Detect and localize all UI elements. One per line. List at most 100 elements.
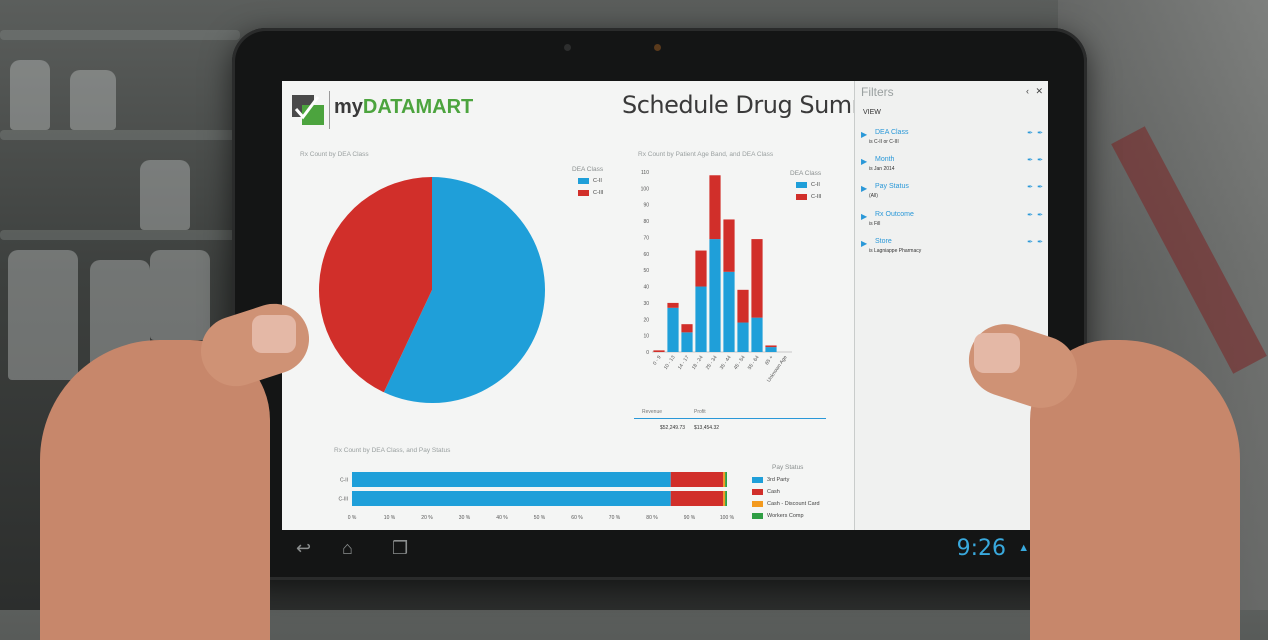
filters-view-label: VIEW [863,109,881,116]
x-tick-label: 0 % [348,515,357,521]
expand-caret-icon[interactable]: ▶ [861,130,867,139]
pay-status-chart[interactable]: C-II C-III 0 % 10 % 20 % 30 % 40 % 50 % 60 % 70 %… [334,466,754,526]
age-bar-c-iii[interactable] [723,219,735,272]
clear-filter-icon[interactable]: ✒ [1037,156,1043,164]
expand-caret-icon[interactable]: ▶ [861,239,867,248]
x-tick-label: 100 % [720,515,735,521]
age-bar-c-ii[interactable] [751,317,763,352]
pay-legend-item[interactable]: Cash - Discount Card [752,501,820,507]
pie-chart[interactable] [312,166,552,416]
edit-pencil-icon[interactable]: ✒ [1027,183,1033,191]
pie-legend-item[interactable]: C-II [578,178,602,184]
expand-caret-icon[interactable]: ▶ [861,157,867,166]
pay-bar-3rd-party[interactable] [352,472,671,487]
age-band-chart[interactable]: 0 10 20 30 40 50 60 70 80 90 100 110 0 - 9 10 - 13 14 … [634,169,824,424]
age-legend-label: C-III [811,194,822,200]
y-category-label: C-III [339,497,348,503]
clear-filter-icon[interactable]: ✒ [1037,129,1043,137]
filter-label: Pay Status [875,183,909,190]
background-bottle [10,60,50,130]
y-tick-label: 10 [643,334,649,340]
age-bar-c-iii[interactable] [737,289,749,323]
background-shelf [0,30,240,40]
filters-title: Filters [861,85,894,99]
filter-label: Rx Outcome [875,211,914,218]
x-tick-label: 90 % [684,515,696,521]
pay-legend-title: Pay Status [772,464,804,471]
clear-filter-icon[interactable]: ✒ [1037,238,1043,246]
x-tick-label: 40 % [496,515,508,521]
pay-bar-workers-comp[interactable] [725,491,727,506]
pay-bar-cash-discount-card[interactable] [723,491,726,506]
legend-swatch [796,182,807,188]
age-bar-c-ii[interactable] [765,347,777,352]
logo-datamart-text: DATAMART [362,96,474,118]
close-icon[interactable]: ✕ [1035,86,1043,97]
pay-bar-cash[interactable] [670,491,724,506]
x-tick-label: 50 % [534,515,546,521]
age-legend-item[interactable]: C-II [796,182,820,188]
pay-legend-item[interactable]: 3rd Party [752,477,789,483]
pay-bar-cash[interactable] [670,472,724,487]
expand-caret-icon[interactable]: ▶ [861,184,867,193]
age-bar-c-ii[interactable] [723,271,735,352]
filter-value: is C-II or C-III [869,139,899,145]
chevron-left-icon[interactable]: ‹ [1026,86,1029,96]
app-screen: myDATAMART Schedule Drug Summary Rx Coun… [282,81,1048,530]
age-bar-c-ii[interactable] [681,332,693,352]
logo-divider [329,91,330,129]
home-icon[interactable]: ⌂ [342,538,353,559]
y-tick-label: 20 [643,317,649,323]
x-tick-label: 20 % [421,515,433,521]
edit-pencil-icon[interactable]: ✒ [1027,211,1033,219]
age-bar-c-iii[interactable] [751,239,763,318]
age-bar-c-iii[interactable] [653,350,665,352]
camera-lens [564,44,571,51]
age-bar-c-ii[interactable] [695,286,707,352]
y-tick-label: 0 [646,350,649,356]
pie-legend-item[interactable]: C-III [578,190,603,196]
x-tick-label: 25 - 34 [705,355,719,371]
age-bar-c-iii[interactable] [681,324,693,333]
age-legend-label: C-II [811,182,820,188]
recent-apps-icon[interactable]: ❒ [392,538,408,559]
x-tick-label: 45 - 54 [733,355,747,371]
edit-pencil-icon[interactable]: ✒ [1027,156,1033,164]
y-category-label: C-II [340,478,348,484]
filter-value: is Fill [869,221,881,227]
age-bar-c-iii[interactable] [667,302,679,308]
x-tick-label: 70 % [609,515,621,521]
edit-pencil-icon[interactable]: ✒ [1027,238,1033,246]
age-bar-c-ii[interactable] [737,322,749,352]
pay-bar-3rd-party[interactable] [352,491,671,506]
filter-label: DEA Class [875,129,909,136]
legend-swatch [578,190,589,196]
filter-value: is Jan 2014 [869,166,895,172]
pay-bar-workers-comp[interactable] [725,472,727,487]
filter-label: Store [875,238,892,245]
clear-filter-icon[interactable]: ✒ [1037,211,1043,219]
x-tick-label: 18 - 24 [691,355,705,371]
clear-filter-icon[interactable]: ✒ [1037,183,1043,191]
right-thumbnail [974,333,1020,373]
pay-legend-item[interactable]: Cash [752,489,780,495]
pay-bar-cash-discount-card[interactable] [723,472,726,487]
pay-legend-item[interactable]: Workers Comp [752,513,804,519]
age-bar-c-ii[interactable] [667,307,679,352]
pie-legend-label: C-II [593,178,602,184]
background-shelf [0,230,240,240]
tablet-device: myDATAMART Schedule Drug Summary Rx Coun… [232,28,1087,580]
age-bar-c-ii[interactable] [709,239,721,352]
background-bottle [150,250,210,340]
edit-pencil-icon[interactable]: ✒ [1027,129,1033,137]
y-tick-label: 50 [643,268,649,274]
age-bar-c-iii[interactable] [695,250,707,287]
filter-label: Month [875,156,895,163]
kpi-profit-label: Profit [694,409,706,415]
x-tick-label: 35 - 44 [719,355,733,371]
back-icon[interactable]: ↩ [296,538,311,559]
expand-caret-icon[interactable]: ▶ [861,212,867,221]
age-bar-c-iii[interactable] [709,175,721,240]
age-bar-c-iii[interactable] [765,345,777,348]
age-legend-item[interactable]: C-III [796,194,821,200]
